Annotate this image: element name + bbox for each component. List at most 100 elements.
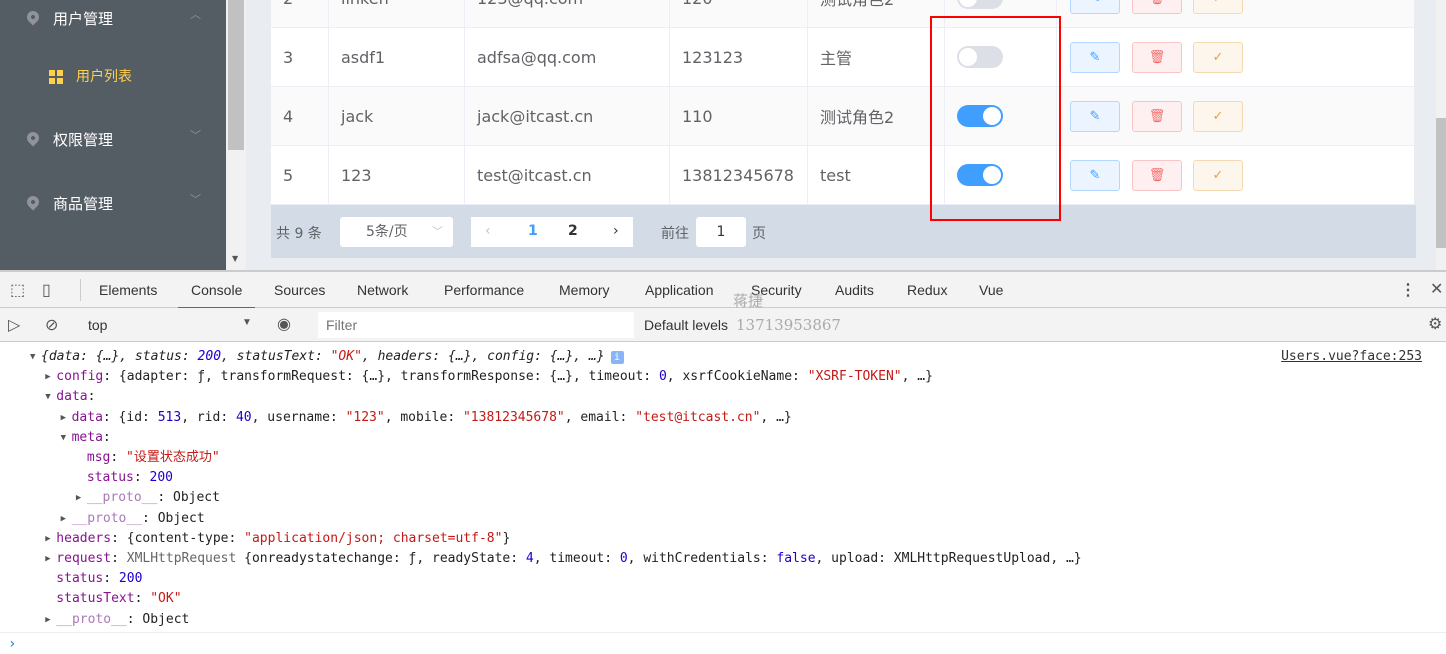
- eye-icon[interactable]: ◉: [277, 314, 291, 334]
- console-output: Users.vue?face:253 ▼ {data: {…}, status: …: [0, 347, 1446, 632]
- console-line[interactable]: config: {adapter: ƒ, transformRequest: {…: [56, 367, 933, 387]
- sidebar-item-permissions[interactable]: 权限管理 ﹀: [0, 120, 226, 160]
- console-line[interactable]: request: XMLHttpRequest {onreadystatecha…: [56, 549, 1081, 569]
- console-token: "OK": [150, 591, 182, 607]
- devtools-tabbar: ⬚ ▯ ⋮ ✕ Elements Console Sources Network Per…: [0, 270, 1446, 310]
- page-1[interactable]: 1: [528, 223, 538, 239]
- scrollbar-thumb[interactable]: [1436, 118, 1446, 248]
- sidebar-toggle-icon[interactable]: ▷: [8, 315, 20, 335]
- delete-button[interactable]: 🗑: [1132, 160, 1182, 191]
- console-line[interactable]: meta:: [72, 428, 111, 448]
- goto-page-input[interactable]: 1: [696, 217, 746, 247]
- next-page-icon[interactable]: ›: [613, 223, 619, 239]
- tab-application[interactable]: Application: [645, 282, 714, 298]
- console-token: "13812345678": [462, 409, 565, 425]
- console-prompt-icon[interactable]: ›: [8, 636, 16, 652]
- collapse-triangle-icon[interactable]: ▼: [30, 347, 35, 367]
- source-link[interactable]: Users.vue?face:253: [1281, 347, 1422, 367]
- console-line[interactable]: {data: {…}, status: 200, statusText: "OK…: [41, 347, 624, 367]
- page-size-value: 5条/页: [366, 224, 408, 240]
- sidebar: 用户管理 ︿ 用户列表 权限管理 ﹀ 商品管理 ﹀: [0, 0, 226, 270]
- context-select[interactable]: top: [88, 317, 107, 333]
- expand-triangle-icon[interactable]: ▶: [61, 408, 66, 428]
- console-line[interactable]: headers: {content-type: "application/jso…: [56, 529, 510, 549]
- info-icon[interactable]: i: [610, 351, 624, 364]
- edit-button[interactable]: ✎: [1070, 42, 1120, 73]
- tab-network[interactable]: Network: [357, 282, 408, 298]
- sidebar-item-user-list[interactable]: 用户列表: [0, 57, 226, 97]
- prev-page-icon[interactable]: ‹: [485, 223, 491, 239]
- collapse-triangle-icon[interactable]: ▼: [45, 387, 50, 407]
- tab-redux[interactable]: Redux: [907, 282, 947, 298]
- console-token: : Object: [142, 510, 205, 526]
- assign-role-button[interactable]: ✓: [1193, 160, 1243, 191]
- delete-icon: 🗑: [1148, 168, 1166, 183]
- console-line[interactable]: data: {id: 513, rid: 40, username: "123"…: [72, 408, 792, 428]
- collapse-triangle-icon[interactable]: ▼: [61, 428, 66, 448]
- console-token: }: [502, 530, 511, 546]
- filter-input[interactable]: [318, 312, 634, 338]
- edit-button[interactable]: ✎: [1070, 0, 1120, 14]
- cell-email: 123@qq.com: [465, 0, 670, 27]
- user-table: 2linken123@qq.com120测试角色2✎🗑✓3asdf1adfsa@…: [271, 0, 1414, 205]
- cell-email: test@itcast.cn: [465, 146, 670, 204]
- scrollbar-thumb[interactable]: [228, 0, 244, 150]
- delete-button[interactable]: 🗑: [1132, 0, 1182, 14]
- gear-icon[interactable]: ⚙: [1428, 314, 1442, 334]
- console-token: 0: [658, 369, 667, 385]
- tab-vue[interactable]: Vue: [979, 282, 1003, 298]
- log-levels-select[interactable]: Default levels: [644, 317, 728, 333]
- sidebar-item-goods[interactable]: 商品管理 ﹀: [0, 184, 226, 224]
- console-token: msg: [86, 450, 111, 465]
- page-size-select[interactable]: 5条/页 ﹀: [340, 217, 453, 247]
- console-token: , headers: {…}, config: {…}, …}: [361, 349, 605, 364]
- expand-triangle-icon[interactable]: ▶: [45, 367, 50, 387]
- sidebar-scrollbar[interactable]: ▼: [226, 0, 246, 270]
- delete-button[interactable]: 🗑: [1132, 101, 1182, 132]
- sidebar-item-label: 用户管理: [53, 10, 114, 28]
- tab-performance[interactable]: Performance: [444, 282, 524, 298]
- console-token: : Object: [126, 611, 190, 627]
- tab-memory[interactable]: Memory: [559, 282, 610, 298]
- page-scrollbar[interactable]: [1436, 0, 1446, 270]
- tab-console[interactable]: Console: [177, 282, 256, 310]
- console-line[interactable]: data:: [56, 387, 95, 407]
- cell-username: 123: [329, 146, 465, 204]
- edit-button[interactable]: ✎: [1070, 160, 1120, 191]
- assign-role-button[interactable]: ✓: [1193, 42, 1243, 73]
- scroll-down-arrow-icon[interactable]: ▼: [232, 254, 238, 263]
- dropdown-arrow-icon[interactable]: ▼: [242, 317, 252, 328]
- cell-mobile: 120: [670, 0, 808, 27]
- sidebar-item-label: 商品管理: [53, 195, 114, 213]
- edit-icon: ✎: [1089, 109, 1101, 124]
- device-toolbar-icon[interactable]: ▯: [42, 280, 51, 300]
- expand-triangle-icon[interactable]: ▶: [45, 549, 50, 569]
- console-token: :: [103, 571, 119, 587]
- tab-sources[interactable]: Sources: [274, 282, 325, 298]
- inspect-element-icon[interactable]: ⬚: [10, 280, 25, 300]
- expand-triangle-icon[interactable]: ▶: [76, 488, 81, 508]
- assign-role-button[interactable]: ✓: [1193, 101, 1243, 132]
- console-line[interactable]: __proto__: Object: [56, 610, 189, 630]
- console-token: "123": [345, 409, 385, 425]
- expand-triangle-icon[interactable]: ▶: [45, 610, 50, 630]
- console-line[interactable]: __proto__: Object: [87, 488, 220, 508]
- page-2[interactable]: 2: [568, 223, 578, 239]
- delete-button[interactable]: 🗑: [1132, 42, 1182, 73]
- assign-role-button[interactable]: ✓: [1193, 0, 1243, 14]
- pagination-total: 共 9 条: [276, 226, 322, 242]
- console-line[interactable]: __proto__: Object: [72, 509, 205, 529]
- console-token: , mobile:: [384, 409, 463, 425]
- clear-console-icon[interactable]: ⊘: [45, 315, 58, 335]
- close-icon[interactable]: ✕: [1430, 279, 1443, 299]
- tab-audits[interactable]: Audits: [835, 282, 874, 298]
- sidebar-item-user-management[interactable]: 用户管理 ︿: [0, 0, 226, 39]
- console-token: __proto__: [86, 490, 158, 506]
- more-options-icon[interactable]: ⋮: [1400, 280, 1416, 300]
- tab-elements[interactable]: Elements: [99, 282, 157, 298]
- pagination: 共 9 条 5条/页 ﹀ ‹ 1 2 › 前往 1 页: [271, 205, 1416, 258]
- edit-button[interactable]: ✎: [1070, 101, 1120, 132]
- state-switch[interactable]: [957, 0, 1003, 9]
- expand-triangle-icon[interactable]: ▶: [45, 529, 50, 549]
- expand-triangle-icon[interactable]: ▶: [61, 509, 66, 529]
